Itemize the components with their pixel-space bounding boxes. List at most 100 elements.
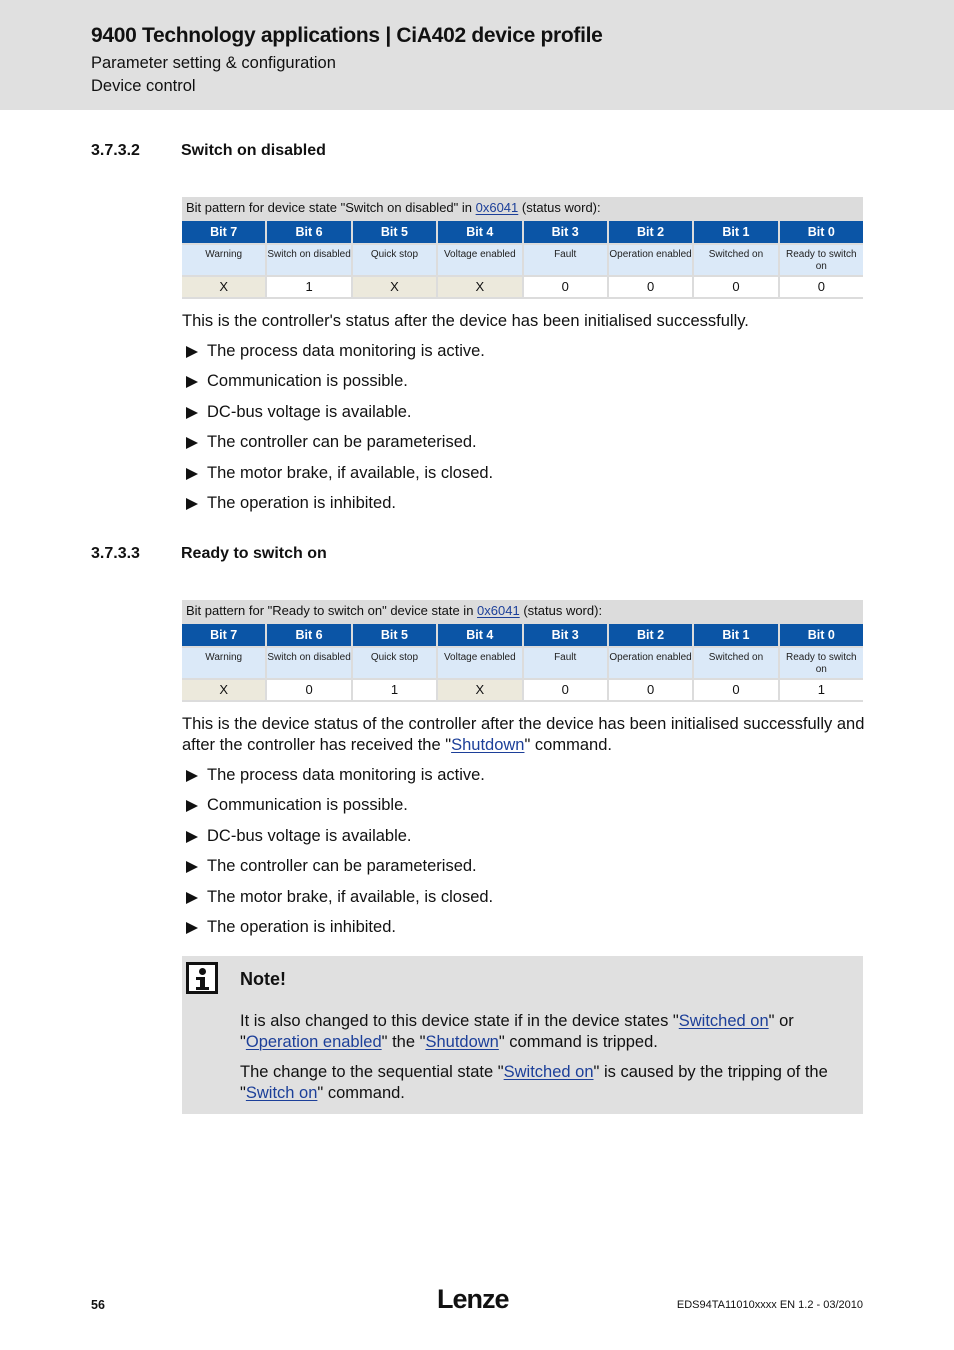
section-heading-ready-to-switch-on: 3.7.3.3 Ready to switch on xyxy=(91,545,327,563)
bit-header: Bit 4 xyxy=(438,624,522,646)
switched-on-link[interactable]: Switched on xyxy=(504,1063,594,1081)
list-item: The process data monitoring is active. xyxy=(186,342,493,372)
bit-description: Voltage enabled xyxy=(438,648,522,678)
bit-header: Bit 5 xyxy=(352,624,437,646)
table-caption: Bit pattern for device state "Switch on … xyxy=(182,197,863,219)
bit-description: Switch on disabled xyxy=(267,245,351,275)
bit-header: Bit 4 xyxy=(438,221,522,243)
shutdown-link[interactable]: Shutdown xyxy=(425,1033,498,1051)
bullet-triangle-icon xyxy=(186,800,198,813)
bit-header: Bit 3 xyxy=(523,624,607,646)
bit-description: Ready to switch on xyxy=(779,245,863,275)
bit-value: 0 xyxy=(779,277,863,297)
bit-description: Warning xyxy=(182,245,266,275)
bit-description: Warning xyxy=(182,648,266,678)
bit-description: Fault xyxy=(523,648,607,678)
bullet-triangle-icon xyxy=(186,891,198,904)
bit-description: Voltage enabled xyxy=(438,245,522,275)
bit-description: Switch on disabled xyxy=(267,648,351,678)
object-0x6041-link[interactable]: 0x6041 xyxy=(477,603,520,618)
list-item: The operation is inhibited. xyxy=(186,918,493,948)
section-number: 3.7.3.3 xyxy=(91,545,140,562)
bullet-triangle-icon xyxy=(186,346,198,358)
bit-value: X xyxy=(352,277,437,297)
bit-grid: Bit 7 Bit 6 Bit 5 Bit 4 Bit 3 Bit 2 Bit … xyxy=(182,219,863,299)
bit-value: X xyxy=(182,680,266,700)
object-0x6041-link[interactable]: 0x6041 xyxy=(476,200,519,215)
lenze-logo: Lenze xyxy=(437,1284,510,1314)
bit-header: Bit 6 xyxy=(267,221,351,243)
bullet-triangle-icon xyxy=(186,437,198,450)
bit-value: 1 xyxy=(267,277,351,297)
bit-header: Bit 1 xyxy=(694,221,778,243)
bit-value: 0 xyxy=(523,680,607,700)
bullet-triangle-icon xyxy=(186,406,198,419)
section2-bullet-list: The process data monitoring is active. C… xyxy=(186,766,493,948)
list-item: The controller can be parameterised. xyxy=(186,433,493,463)
note-paragraph-2: The change to the sequential state "Swit… xyxy=(240,1063,828,1102)
list-item: Communication is possible. xyxy=(186,372,493,402)
bit-description: Ready to switch on xyxy=(779,648,863,678)
list-item: DC-bus voltage is available. xyxy=(186,403,493,433)
bit-description: Switched on xyxy=(694,245,778,275)
bit-header: Bit 1 xyxy=(694,624,778,646)
switched-on-link[interactable]: Switched on xyxy=(679,1012,769,1030)
list-item: Communication is possible. xyxy=(186,796,493,826)
info-icon xyxy=(186,962,218,994)
page-number: 56 xyxy=(91,1298,105,1312)
list-item: The motor brake, if available, is closed… xyxy=(186,464,493,494)
chapter-subtitle: Parameter setting & configuration xyxy=(91,54,336,72)
bullet-triangle-icon xyxy=(186,770,198,782)
list-item: DC-bus voltage is available. xyxy=(186,827,493,857)
bullet-triangle-icon xyxy=(186,467,198,480)
section1-bullet-list: The process data monitoring is active. C… xyxy=(186,342,493,524)
bit-header: Bit 7 xyxy=(182,221,266,243)
section-subtitle: Device control xyxy=(91,77,196,95)
bit-value: 0 xyxy=(608,680,693,700)
bit-value: X xyxy=(182,277,266,297)
section-title: Ready to switch on xyxy=(181,545,327,562)
bit-header: Bit 0 xyxy=(779,221,863,243)
bit-header: Bit 2 xyxy=(608,221,693,243)
bit-description: Quick stop xyxy=(352,648,437,678)
bit-header: Bit 3 xyxy=(523,221,607,243)
shutdown-link[interactable]: Shutdown xyxy=(451,736,524,754)
table-caption: Bit pattern for "Ready to switch on" dev… xyxy=(182,600,863,622)
bullet-triangle-icon xyxy=(186,376,198,389)
operation-enabled-link[interactable]: Operation enabled xyxy=(246,1033,382,1051)
list-item: The operation is inhibited. xyxy=(186,494,493,524)
bullet-triangle-icon xyxy=(186,921,198,934)
bit-header: Bit 2 xyxy=(608,624,693,646)
document-id: EDS94TA11010xxxx EN 1.2 - 03/2010 xyxy=(676,1299,863,1311)
page-header: 9400 Technology applications | CiA402 de… xyxy=(0,0,954,110)
switch-on-link[interactable]: Switch on xyxy=(246,1084,318,1102)
note-title: Note! xyxy=(240,969,286,989)
section-title: Switch on disabled xyxy=(181,142,326,159)
bit-header: Bit 7 xyxy=(182,624,266,646)
bit-value: 1 xyxy=(779,680,863,700)
bit-value: 0 xyxy=(694,277,778,297)
bit-value: 0 xyxy=(608,277,693,297)
bit-description: Operation enabled xyxy=(608,245,693,275)
list-item: The controller can be parameterised. xyxy=(186,857,493,887)
section-heading-switch-on-disabled: 3.7.3.2 Switch on disabled xyxy=(91,142,326,160)
bit-header: Bit 5 xyxy=(352,221,437,243)
bit-pattern-table-switch-on-disabled: Bit pattern for device state "Switch on … xyxy=(182,197,863,299)
bit-pattern-table-ready-to-switch-on: Bit pattern for "Ready to switch on" dev… xyxy=(182,600,863,702)
note-paragraph-1: It is also changed to this device state … xyxy=(240,1012,794,1051)
note-box: Note! It is also changed to this device … xyxy=(182,956,863,1114)
section2-intro: This is the device status of the control… xyxy=(182,715,865,754)
bit-description: Quick stop xyxy=(352,245,437,275)
bit-header: Bit 0 xyxy=(779,624,863,646)
bit-value: 1 xyxy=(352,680,437,700)
bit-grid: Bit 7 Bit 6 Bit 5 Bit 4 Bit 3 Bit 2 Bit … xyxy=(182,622,863,702)
section1-intro: This is the controller's status after th… xyxy=(182,312,749,330)
bit-value: 0 xyxy=(267,680,351,700)
list-item: The motor brake, if available, is closed… xyxy=(186,888,493,918)
bit-description: Fault xyxy=(523,245,607,275)
bit-header: Bit 6 xyxy=(267,624,351,646)
bullet-triangle-icon xyxy=(186,861,198,874)
bit-description: Switched on xyxy=(694,648,778,678)
section-number: 3.7.3.2 xyxy=(91,142,140,159)
bullet-triangle-icon xyxy=(186,497,198,510)
